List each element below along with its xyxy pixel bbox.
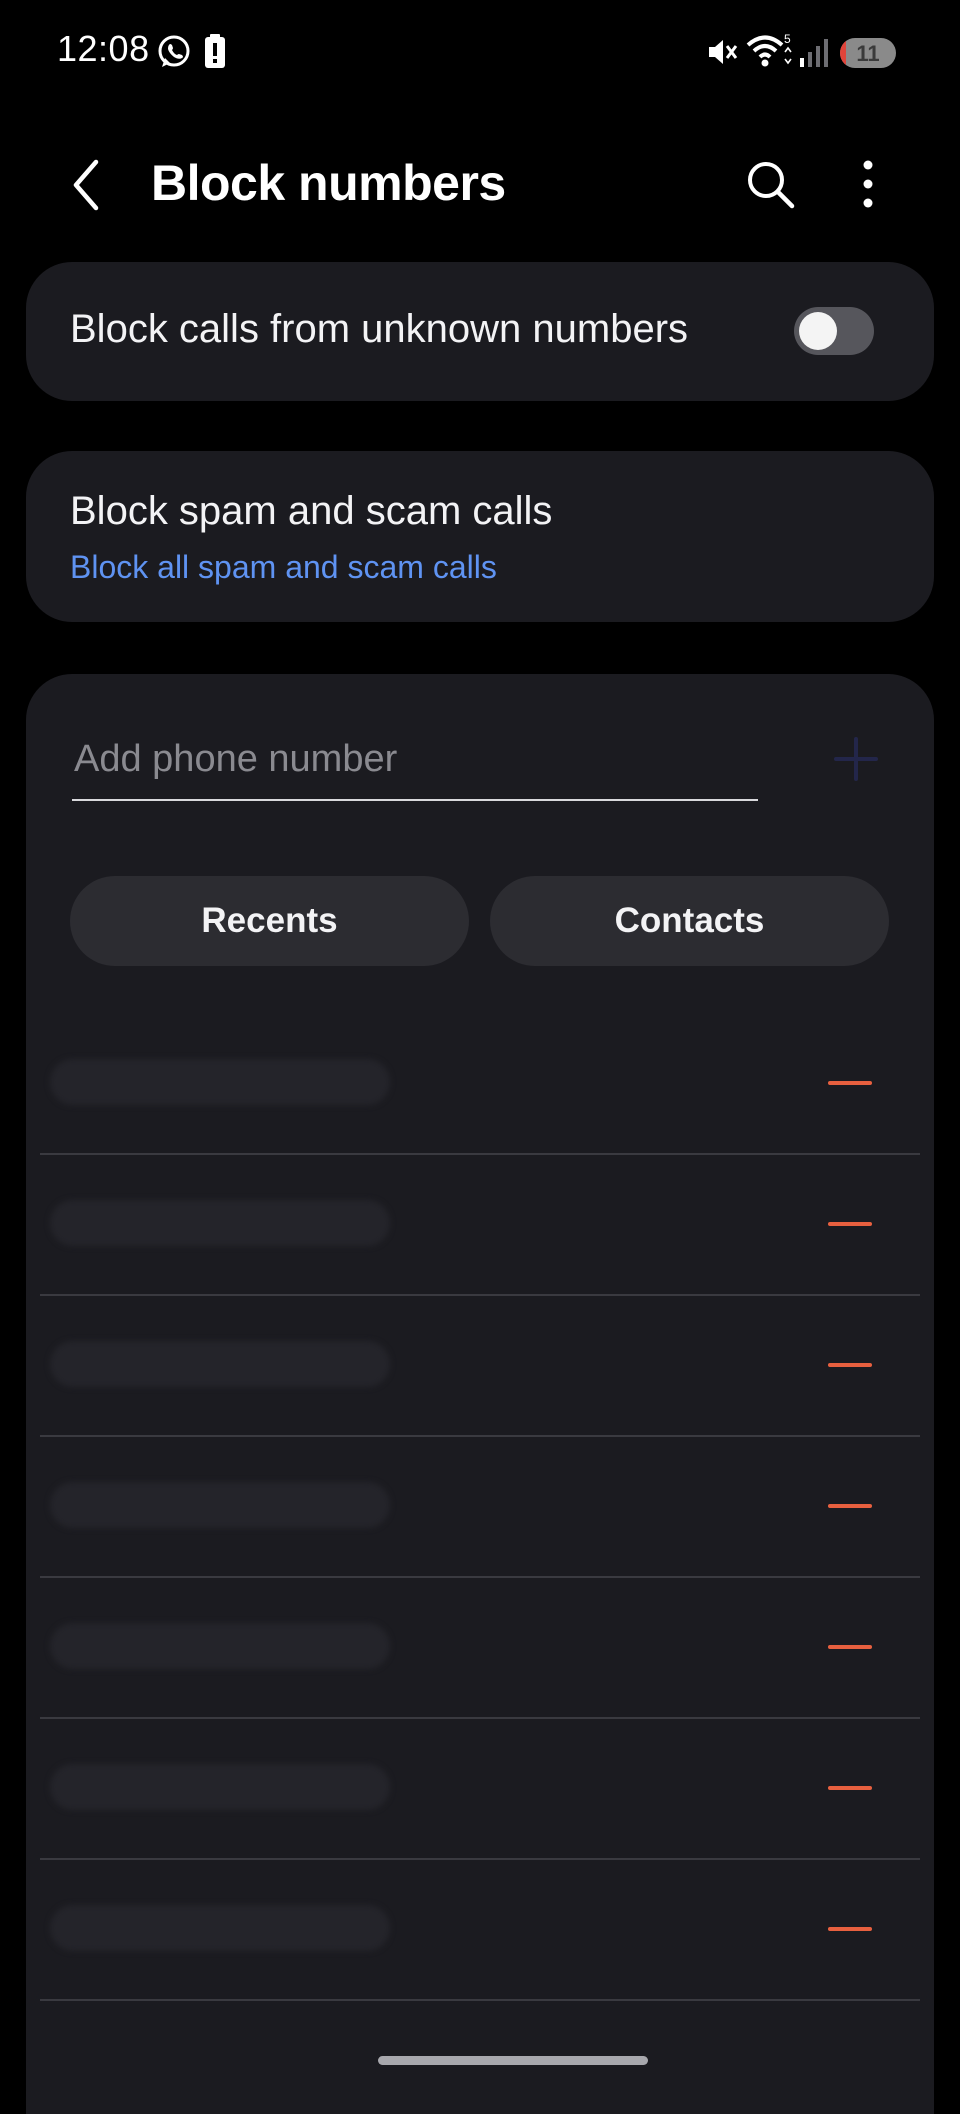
back-button[interactable]	[60, 152, 116, 218]
list-item[interactable]	[40, 1014, 920, 1155]
battery-alert-icon	[205, 34, 225, 68]
minus-icon	[828, 1645, 872, 1649]
unknown-numbers-label: Block calls from unknown numbers	[70, 307, 689, 351]
wifi-icon: 5	[746, 32, 792, 67]
search-button[interactable]	[740, 154, 800, 214]
remove-number-button[interactable]	[820, 1199, 880, 1249]
list-item[interactable]	[40, 1860, 920, 2001]
more-options-button[interactable]	[845, 154, 891, 214]
add-phone-number-input[interactable]	[72, 729, 758, 801]
minus-icon	[828, 1363, 872, 1367]
page-title: Block numbers	[151, 155, 506, 211]
mute-icon	[709, 40, 738, 64]
unknown-numbers-toggle[interactable]	[794, 307, 874, 355]
blocked-numbers-list	[26, 1014, 934, 2001]
unknown-numbers-setting[interactable]: Block calls from unknown numbers	[26, 262, 934, 401]
battery-indicator: 11	[840, 38, 896, 68]
minus-icon	[828, 1504, 872, 1508]
blocked-number	[50, 1341, 390, 1387]
remove-number-button[interactable]	[820, 1058, 880, 1108]
spam-calls-label: Block spam and scam calls	[70, 489, 553, 533]
list-item[interactable]	[40, 1437, 920, 1578]
status-bar: 12:08 5 11	[0, 0, 960, 106]
minus-icon	[828, 1222, 872, 1226]
list-item[interactable]	[40, 1296, 920, 1437]
toggle-knob	[799, 312, 837, 350]
minus-icon	[828, 1786, 872, 1790]
spam-calls-setting[interactable]: Block spam and scam calls Block all spam…	[26, 451, 934, 622]
spam-calls-value: Block all spam and scam calls	[70, 549, 497, 585]
back-arrow-icon	[73, 159, 99, 211]
status-time: 12:08	[57, 28, 150, 69]
blocked-number	[50, 1059, 390, 1105]
blocked-numbers-card: Recents Contacts	[26, 674, 934, 2114]
list-item[interactable]	[40, 1719, 920, 1860]
search-icon	[748, 162, 795, 209]
remove-number-button[interactable]	[820, 1763, 880, 1813]
plus-icon	[834, 737, 878, 781]
minus-icon	[828, 1927, 872, 1931]
more-vert-icon	[863, 160, 873, 208]
blocked-number	[50, 1764, 390, 1810]
blocked-number	[50, 1905, 390, 1951]
minus-icon	[828, 1081, 872, 1085]
gesture-bar[interactable]	[378, 2056, 648, 2065]
blocked-number	[50, 1200, 390, 1246]
recents-button[interactable]: Recents	[70, 876, 469, 966]
battery-level: 11	[856, 41, 880, 66]
svg-text:5: 5	[784, 32, 791, 46]
blocked-number	[50, 1623, 390, 1669]
list-item[interactable]	[40, 1155, 920, 1296]
list-item[interactable]	[40, 1578, 920, 1719]
signal-icon	[800, 39, 828, 67]
remove-number-button[interactable]	[820, 1622, 880, 1672]
app-bar: Block numbers	[0, 130, 960, 240]
remove-number-button[interactable]	[820, 1904, 880, 1954]
add-number-button[interactable]	[826, 729, 886, 789]
contacts-button[interactable]: Contacts	[490, 876, 889, 966]
remove-number-button[interactable]	[820, 1481, 880, 1531]
blocked-number	[50, 1482, 390, 1528]
remove-number-button[interactable]	[820, 1340, 880, 1390]
whatsapp-icon	[158, 35, 190, 67]
